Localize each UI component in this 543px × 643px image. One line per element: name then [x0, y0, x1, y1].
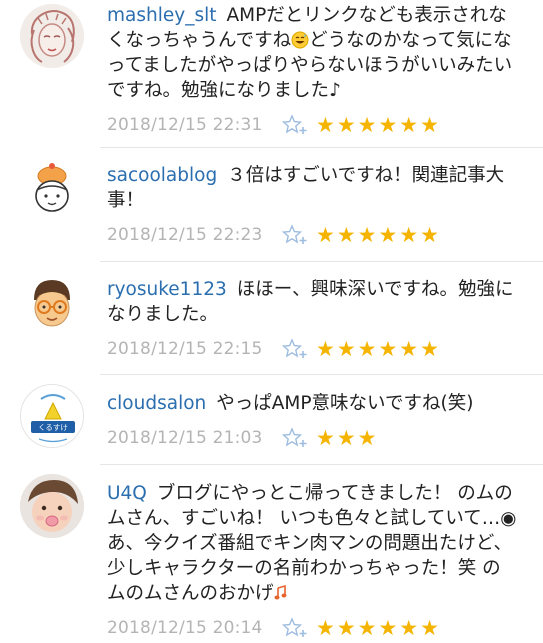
avatar-logo-text: くるすけ	[38, 423, 68, 432]
grinning-sweat-emoji	[291, 31, 309, 49]
comment-username[interactable]: sacoolablog	[107, 165, 217, 186]
divider	[100, 147, 543, 148]
comment-date[interactable]: 2018/12/15 22:23	[107, 225, 282, 245]
comment-username[interactable]: U4Q	[107, 483, 147, 504]
avatar-mashley-slt[interactable]	[20, 4, 84, 68]
comment-meta: 2018/12/15 22:31 ★★★★★★	[107, 113, 519, 137]
divider	[100, 261, 543, 262]
add-star-icon[interactable]	[281, 224, 308, 246]
star-rating[interactable]: ★★★★★★	[316, 338, 441, 360]
comment-username[interactable]: ryosuke1123	[107, 279, 227, 300]
avatar-u4q[interactable]	[20, 474, 84, 538]
comment-body: やっぱAMP意味ないですね(笑)	[216, 393, 474, 414]
comment-username[interactable]: cloudsalon	[107, 393, 206, 414]
comment-text: ryosuke1123 ほほー、興味深いですね。勉強になりました。	[107, 277, 519, 327]
comment-text: cloudsalon やっぱAMP意味ないですね(笑)	[107, 391, 519, 416]
avatar-sacoolablog[interactable]	[20, 156, 84, 220]
comment-text: U4Q ブログにやっとこ帰ってきました！ のムのムさん、すごいね！ いつも色々と試…	[107, 481, 519, 606]
comment-username[interactable]: mashley_slt	[107, 5, 216, 26]
star-rating[interactable]: ★★★	[316, 427, 378, 449]
comment-date[interactable]: 2018/12/15 21:03	[107, 428, 282, 448]
comment-meta: 2018/12/15 22:23 ★★★★★★	[107, 223, 519, 247]
comment-meta: 2018/12/15 22:15 ★★★★★★	[107, 337, 519, 361]
star-rating[interactable]: ★★★★★★	[316, 617, 441, 639]
comment-date[interactable]: 2018/12/15 22:15	[107, 339, 282, 359]
star-comment-list: mashley_slt AMPだとリンクなども表示されなくなっちゃうんですね どうな…	[0, 0, 543, 640]
music-notes-emoji	[274, 584, 288, 602]
comment-text: mashley_slt AMPだとリンクなども表示されなくなっちゃうんですね どうな…	[107, 3, 519, 103]
comment-date[interactable]: 2018/12/15 20:14	[107, 618, 282, 638]
comment-meta: 2018/12/15 20:14 ★★★★★★	[107, 616, 519, 640]
divider	[100, 464, 543, 465]
comment-date[interactable]: 2018/12/15 22:31	[107, 115, 282, 135]
add-star-icon[interactable]	[281, 338, 308, 360]
avatar-ryosuke1123[interactable]	[20, 270, 84, 334]
star-rating[interactable]: ★★★★★★	[316, 114, 441, 136]
add-star-icon[interactable]	[281, 617, 308, 639]
add-star-icon[interactable]	[281, 114, 308, 136]
avatar-cloudsalon[interactable]: くるすけ	[20, 384, 84, 448]
star-rating[interactable]: ★★★★★★	[316, 224, 441, 246]
comment-body: ブログにやっとこ帰ってきました！ のムのムさん、すごいね！ いつも色々と試してい…	[107, 483, 517, 604]
add-star-icon[interactable]	[281, 427, 308, 449]
comment-text: sacoolablog ３倍はすごいですね！関連記事大事！	[107, 163, 519, 213]
comment-meta: 2018/12/15 21:03 ★★★	[107, 426, 519, 450]
divider	[100, 374, 543, 375]
